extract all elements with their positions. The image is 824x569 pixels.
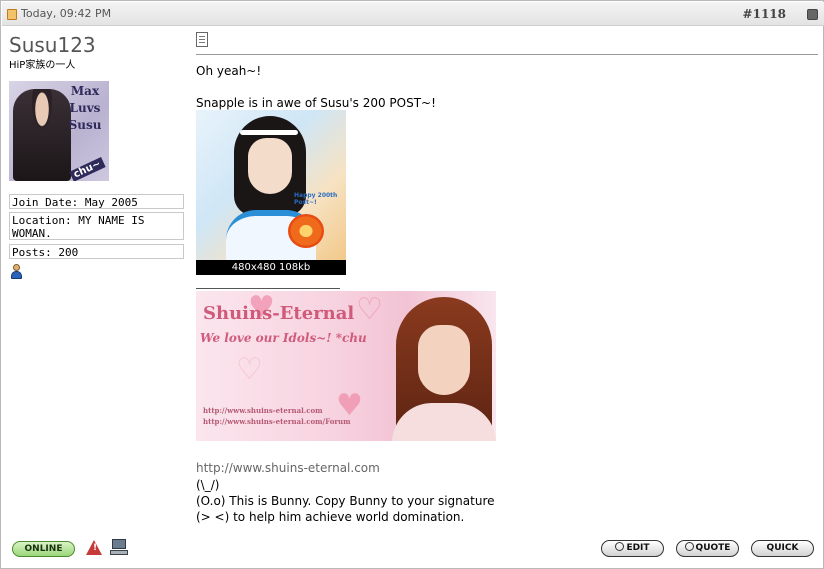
avatar-person (13, 89, 71, 181)
avatar-tag: chu~ (69, 157, 106, 181)
post-container: Today, 09:42 PM #1118 Susu123 HiP家族の一人 M… (0, 0, 824, 569)
post-date: Today, 09:42 PM (21, 7, 112, 20)
signature-text: (> <) to help him achieve world dominati… (196, 510, 465, 524)
avatar-text-line: Max (70, 84, 100, 98)
heart-icon: ♡ (356, 292, 383, 327)
signature-divider (196, 288, 340, 289)
banner-tagline: We love our Idols~! *chu (200, 331, 367, 345)
report-post-icon[interactable]: ! (86, 539, 103, 556)
banner-title: Shuins-Eternal (203, 303, 355, 324)
signature-text: (\_/) (196, 478, 220, 492)
quote-button[interactable]: QUOTE (676, 540, 739, 557)
avatar: Max Luvs Susu chu~ (9, 81, 109, 181)
avatar-text: Max Luvs Susu (65, 83, 105, 134)
image-size-label: 480x480 108kb (231, 262, 311, 273)
user-profile-icon[interactable] (10, 264, 23, 279)
banner-url: http://www.shuins-eternal.com (203, 406, 323, 415)
pencil-icon (615, 542, 625, 551)
post-header-bar: Today, 09:42 PM #1118 (2, 2, 824, 26)
message-line: Oh yeah~! (196, 64, 262, 78)
signature-text: (O.o) This is Bunny. Copy Bunny to your … (196, 494, 495, 508)
thumbnail-image[interactable]: Happy 200th Post~! (196, 110, 346, 260)
edit-button[interactable]: EDIT (601, 540, 664, 557)
quick-reply-button[interactable]: QUICK (751, 540, 814, 557)
post-icon (196, 32, 208, 47)
post-count: Posts: 200 (9, 244, 184, 259)
post-number-link[interactable]: #1118 (743, 7, 786, 21)
signature-link[interactable]: http://www.shuins-eternal.com (196, 461, 380, 475)
quote-button-label: QUOTE (695, 543, 731, 553)
attached-image-thumbnail[interactable]: Happy 200th Post~! 480x480 108kb (196, 110, 346, 275)
message-line: Snapple is in awe of Susu's 200 POST~! (196, 96, 436, 110)
heart-icon: ♡ (236, 352, 263, 387)
user-title: HiP家族の一人 (9, 60, 76, 71)
join-date: Join Date: May 2005 (9, 194, 184, 209)
collapse-icon[interactable] (807, 9, 818, 20)
online-status-badge: ONLINE (12, 541, 75, 557)
title-divider (196, 54, 818, 55)
username-link[interactable]: Susu123 (9, 33, 96, 57)
avatar-text-line: Susu (68, 118, 102, 132)
quote-icon (684, 542, 694, 551)
signature-banner[interactable]: ♥ ♡ ♥ ♡ Shuins-Eternal We love our Idols… (196, 291, 496, 441)
location: Location: MY NAME IS WOMAN. (9, 212, 184, 240)
quick-button-label: QUICK (766, 543, 799, 553)
edit-button-label: EDIT (626, 543, 650, 553)
banner-url: http://www.shuins-eternal.com/Forum (203, 417, 351, 426)
ip-address-icon[interactable] (110, 539, 128, 556)
thumbnail-caption-text: Happy 200th Post~! (294, 192, 338, 206)
folder-icon (7, 9, 17, 20)
avatar-text-line: Luvs (69, 101, 101, 115)
